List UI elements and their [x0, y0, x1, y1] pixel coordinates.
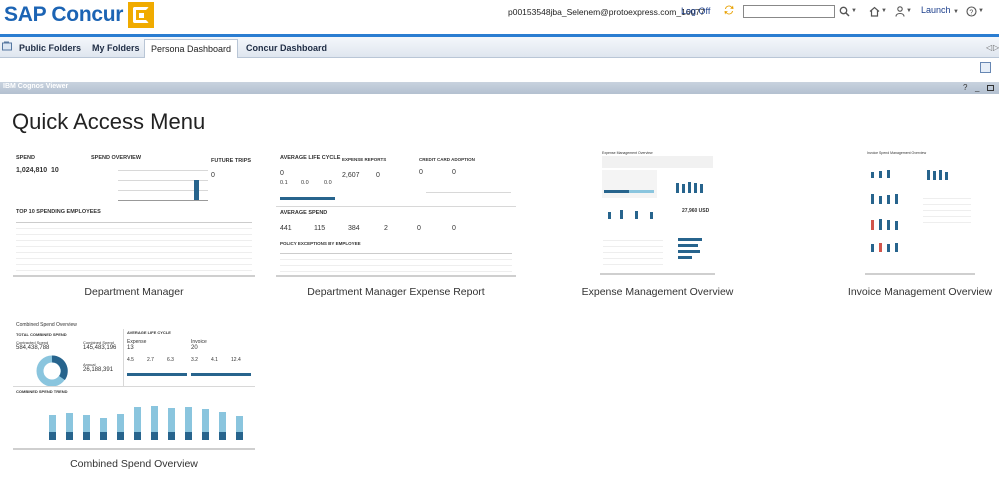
dm-future-trips-heading: FUTURE TRIPS: [211, 158, 252, 164]
tile-department-manager-thumbnail[interactable]: SPEND 1,024,810 10 SPEND OVERVIEW FUTURE…: [13, 152, 255, 277]
home-button[interactable]: ▼: [869, 4, 889, 18]
dm-spend-value: 1,024,810: [16, 167, 48, 174]
dmer-expense-reports-heading: EXPENSE REPORTS: [342, 157, 387, 162]
swap-icon[interactable]: [723, 4, 735, 16]
tile-expense-management-thumbnail[interactable]: Expense Management Overview 27,960 USD: [600, 150, 715, 275]
search-icon: [839, 6, 850, 17]
cso-donut-chart: [36, 355, 68, 387]
person-icon: [895, 5, 905, 17]
tab-persona-dashboard[interactable]: Persona Dashboard: [144, 39, 239, 58]
dmer-policy-heading: POLICY EXCEPTIONS BY EMPLOYEE: [280, 241, 361, 246]
tile-label[interactable]: Department Manager Expense Report: [276, 286, 516, 298]
launch-label: Launch: [921, 5, 951, 15]
viewer-maximize-button[interactable]: [987, 85, 994, 91]
dmer-alc-bar: [280, 197, 335, 200]
tab-concur-dashboard[interactable]: Concur Dashboard: [240, 39, 333, 57]
search-input[interactable]: [743, 5, 835, 18]
chevron-down-icon: ▼: [953, 9, 959, 15]
launch-menu[interactable]: Launch ▼: [921, 5, 959, 15]
logo-text: SAP Concur: [4, 3, 124, 26]
dmer-alc-value: 0: [280, 170, 284, 177]
viewer-title: IBM Cognos Viewer: [3, 83, 69, 90]
dm-spend-heading: SPEND: [16, 155, 35, 161]
chevron-down-icon: ▼: [881, 8, 887, 14]
concur-logo-mark-icon: [128, 2, 155, 28]
dm-spend-bar: [194, 180, 199, 200]
page-toolbar: [0, 58, 999, 82]
tile-combined-spend-thumbnail[interactable]: Combined Spend Overview TOTAL COMBINED S…: [13, 320, 255, 450]
dm-top10-heading: TOP 10 SPENDING EMPLOYEES: [16, 209, 101, 215]
dmer-avg-spend-heading: AVERAGE SPEND: [280, 210, 328, 216]
tile-label[interactable]: Combined Spend Overview: [13, 458, 255, 470]
tab-my-folders[interactable]: My Folders: [86, 39, 146, 57]
chevron-down-icon: ▼: [906, 8, 912, 14]
tab-scroll-right-icon[interactable]: ▷: [993, 43, 999, 52]
home-icon: [869, 6, 880, 17]
user-id-label: p00153548jba_Selenem@protoexpress.com_16…: [508, 7, 705, 17]
tile-label[interactable]: Invoice Management Overview: [835, 286, 999, 298]
dm-future-trips-value: 0: [211, 172, 215, 179]
tab-public-folders[interactable]: Public Folders: [13, 39, 87, 57]
tab-menu-icon[interactable]: [2, 41, 12, 51]
help-icon: ?: [966, 5, 977, 17]
viewer-minimize-button[interactable]: _: [975, 83, 979, 92]
page-title: Quick Access Menu: [12, 109, 206, 134]
tile-dm-expense-report-thumbnail[interactable]: AVERAGE LIFE CYCLE 0 0.1 0.0 0.0 EXPENSE…: [276, 152, 516, 277]
log-off-link[interactable]: Log Off: [681, 6, 710, 16]
chevron-down-icon: ▼: [851, 8, 857, 14]
cso-title: Combined Spend Overview: [16, 322, 77, 328]
dmer-alc-heading: AVERAGE LIFE CYCLE: [280, 155, 341, 161]
tile-label[interactable]: Expense Management Overview: [560, 286, 755, 298]
help-button[interactable]: ? ▼: [966, 4, 988, 18]
tile-invoice-management-thumbnail[interactable]: Invoice Spend Management Overview: [865, 150, 975, 275]
search-button[interactable]: ▼: [839, 4, 861, 18]
dm-spend-left-value: 10: [51, 167, 59, 174]
page-layout-icon[interactable]: [980, 62, 991, 73]
svg-text:?: ?: [969, 9, 973, 16]
dm-spend-overview-heading: SPEND OVERVIEW: [91, 155, 142, 161]
tab-scroll-left-icon[interactable]: ◁: [986, 43, 992, 52]
viewer-help-button[interactable]: ?: [963, 83, 967, 92]
tile-label[interactable]: Department Manager: [13, 286, 255, 298]
dmer-cc-adoption-heading: CREDIT CARD ADOPTION: [419, 157, 475, 162]
cognos-viewer-bar: [0, 82, 999, 94]
chevron-down-icon: ▼: [978, 8, 984, 14]
sap-concur-logo[interactable]: SAP Concur: [4, 2, 155, 28]
user-menu-button[interactable]: ▼: [895, 4, 913, 18]
